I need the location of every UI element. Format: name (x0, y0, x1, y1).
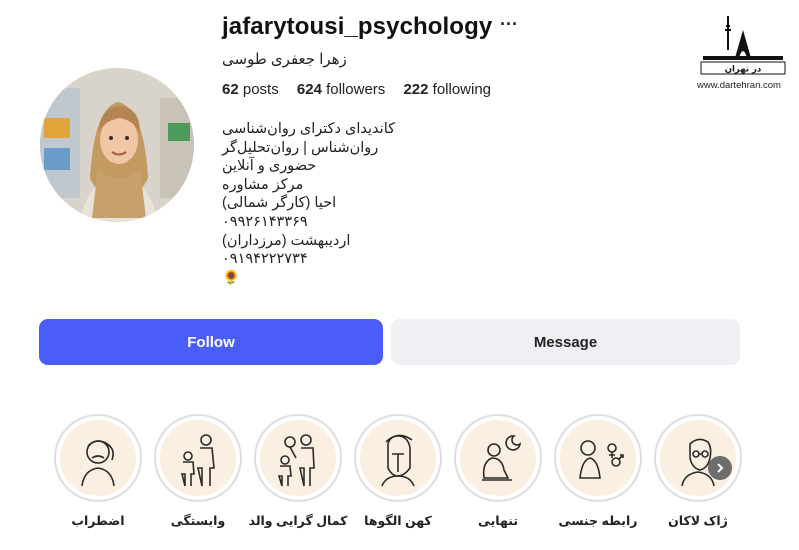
posts-stat: 62 posts (222, 81, 279, 98)
bio-line-emoji: 🌻 (222, 269, 241, 286)
highlight-ring (54, 414, 142, 502)
following-count: 222 (403, 81, 429, 98)
highlight-cover (560, 420, 636, 496)
highlight-ring (654, 414, 742, 502)
more-options-icon[interactable]: ··· (500, 14, 518, 35)
following-stat[interactable]: 222 following (403, 81, 491, 98)
chevron-right-icon (717, 463, 724, 473)
highlight-item[interactable]: ژاک لاکان (654, 414, 742, 528)
posts-label: posts (242, 81, 279, 98)
logo-text: در تهران (725, 65, 762, 75)
highlight-ring (254, 414, 342, 502)
posts-count: 62 (222, 81, 239, 98)
spartan-helmet-icon (381, 434, 415, 487)
bio-line: اردیبهشت (مرزداران) (222, 232, 351, 249)
highlight-cover (360, 420, 436, 496)
highlight-item[interactable]: کهن الگوها (354, 414, 442, 528)
dartehran-logo: در تهران (695, 10, 791, 90)
gender-symbols-icon (579, 440, 624, 479)
adult-child-icon (180, 434, 215, 487)
bio-line: روان‌شناس | روان‌تحلیل‌گر (222, 139, 379, 156)
highlight-cover (260, 420, 336, 496)
profile-bio: کاندیدای دکترای روان‌شناسی روان‌شناس | ر… (222, 120, 395, 287)
bio-line: احیا (کارگر شمالی) (222, 195, 337, 212)
parent-child-balloon-icon (277, 434, 315, 487)
highlight-ring (554, 414, 642, 502)
profile-photo (40, 68, 194, 222)
followers-stat[interactable]: 624 followers (297, 81, 385, 98)
bio-line: کاندیدای دکترای روان‌شناسی (222, 121, 396, 137)
followers-count: 624 (296, 81, 322, 98)
highlight-item[interactable]: کمال گرایی والد (249, 414, 347, 528)
highlight-item[interactable]: تنهایی (454, 414, 542, 528)
message-button[interactable]: Message (391, 319, 740, 365)
highlight-label: ژاک لاکان (668, 514, 728, 528)
bio-line: حضوری و آنلاین (222, 158, 317, 175)
profile-stats: 62 posts 624 followers 222 following (222, 81, 505, 98)
milad-tower-logo-icon: در تهران (700, 16, 786, 75)
lonely-person-moon-icon (482, 435, 522, 481)
anxious-person-icon (81, 440, 115, 487)
profile-full-name: زهرا جعفری طوسی (222, 51, 347, 68)
bio-line: ۰۹۱۹۴۲۲۲۷۳۴ (222, 251, 308, 268)
logo-url: www.dartehran.com (697, 80, 781, 91)
highlight-item[interactable]: رابطه جنسی (554, 414, 642, 528)
following-label: following (432, 81, 492, 98)
highlight-cover (160, 420, 236, 496)
highlight-cover (60, 420, 136, 496)
highlight-ring (354, 414, 442, 502)
highlight-ring (154, 414, 242, 502)
highlight-ring (454, 414, 542, 502)
profile-username: jafarytousi_psychology (222, 13, 493, 40)
bio-line: ۰۹۹۲۶۱۴۳۳۶۹ (222, 213, 308, 230)
bio-line: مرکز مشاوره (222, 176, 304, 193)
highlight-cover (460, 420, 536, 496)
followers-label: followers (326, 81, 386, 98)
follow-button[interactable]: Follow (39, 319, 383, 365)
profile-avatar[interactable] (40, 68, 194, 222)
highlights-next-button[interactable] (708, 456, 732, 480)
highlight-item[interactable]: اضطراب (54, 414, 142, 528)
highlight-item[interactable]: وابستگی (154, 414, 242, 528)
